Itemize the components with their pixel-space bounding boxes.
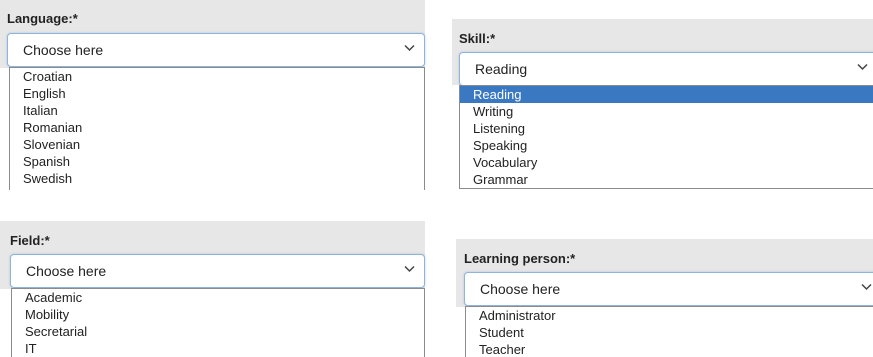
option-mobility[interactable]: Mobility (12, 306, 424, 323)
learning-person-select-value: Choose here (480, 281, 561, 297)
option-student[interactable]: Student (466, 324, 873, 341)
skill-select-value: Reading (475, 61, 528, 77)
option-english[interactable]: English (10, 85, 424, 102)
option-vocabulary[interactable]: Vocabulary (460, 154, 873, 171)
option-spanish[interactable]: Spanish (10, 153, 424, 170)
option-grammar[interactable]: Grammar (460, 171, 873, 188)
option-slovak[interactable]: Slovak (10, 187, 424, 190)
learning-person-options-list: Administrator Student Teacher (465, 306, 873, 357)
option-swedish[interactable]: Swedish (10, 170, 424, 187)
chevron-down-icon (857, 63, 868, 71)
language-label: Language:* (7, 11, 78, 26)
option-secretarial[interactable]: Secretarial (12, 323, 424, 340)
option-slovenian[interactable]: Slovenian (10, 136, 424, 153)
option-academic[interactable]: Academic (12, 289, 424, 306)
language-select-value: Choose here (23, 42, 104, 58)
option-speaking[interactable]: Speaking (460, 137, 873, 154)
option-listening[interactable]: Listening (460, 120, 873, 137)
option-romanian[interactable]: Romanian (10, 119, 424, 136)
learning-person-label: Learning person:* (464, 251, 576, 266)
option-croatian[interactable]: Croatian (10, 68, 424, 85)
option-writing[interactable]: Writing (460, 103, 873, 120)
field-select-value: Choose here (26, 263, 107, 279)
language-options-list: Croatian English Italian Romanian Slovenian S… (9, 67, 425, 190)
chevron-down-icon (404, 44, 415, 52)
learning-person-select[interactable]: Choose here (464, 272, 873, 306)
skill-label: Skill:* (459, 31, 496, 46)
option-italian[interactable]: Italian (10, 102, 424, 119)
option-administrator[interactable]: Administrator (466, 307, 873, 324)
field-label: Field:* (10, 233, 50, 248)
skill-select[interactable]: Reading (459, 52, 873, 86)
option-it[interactable]: IT (12, 340, 424, 357)
chevron-down-icon (861, 283, 872, 291)
option-teacher[interactable]: Teacher (466, 341, 873, 357)
language-select[interactable]: Choose here (7, 33, 425, 67)
skill-options-list: Reading Writing Listening Speaking Vocabular… (459, 85, 873, 189)
field-options-list: Academic Mobility Secretarial IT (11, 288, 425, 357)
chevron-down-icon (404, 265, 415, 273)
field-select[interactable]: Choose here (10, 254, 425, 288)
option-reading[interactable]: Reading (460, 86, 873, 103)
